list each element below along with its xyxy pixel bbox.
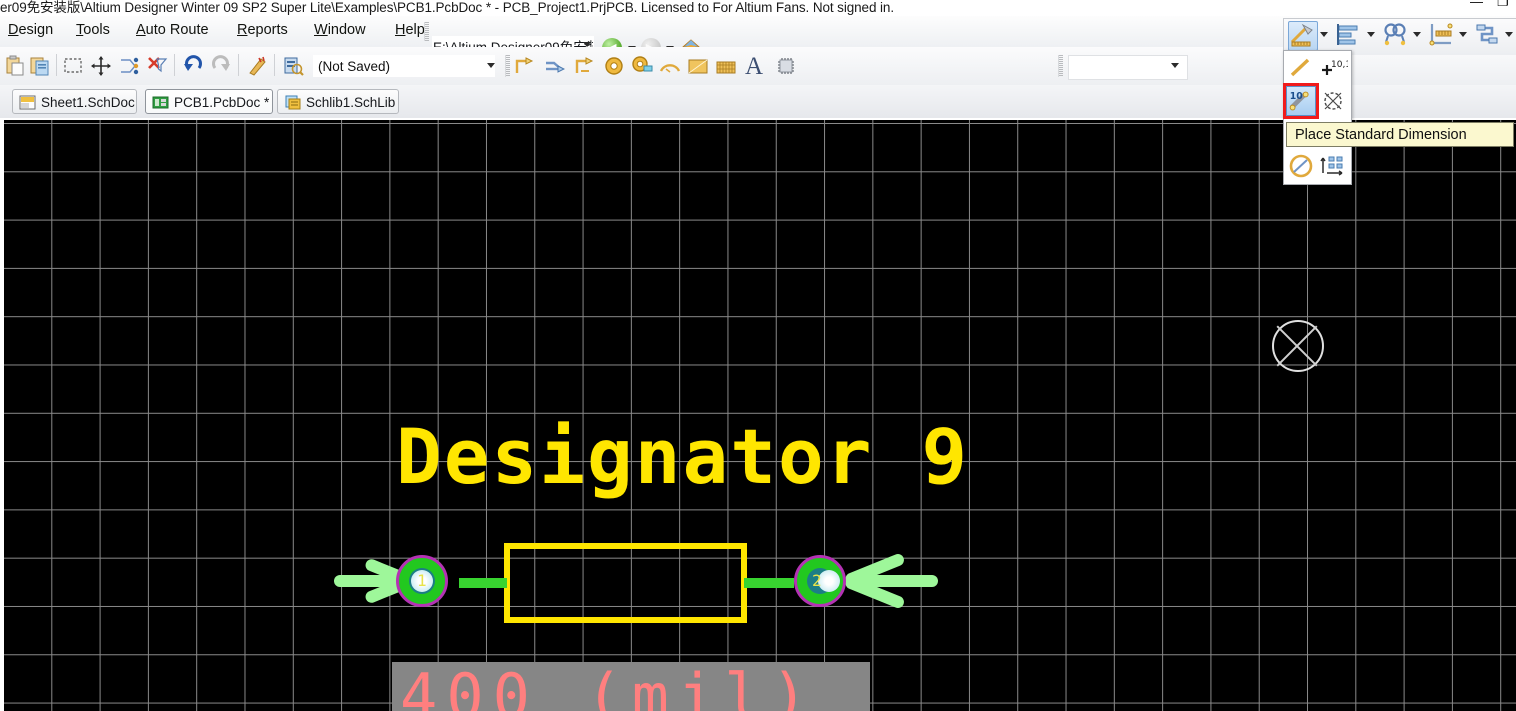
redo-icon[interactable] [210,55,232,77]
tab-schlib1-schlib[interactable]: Schlib1.SchLib [277,89,399,114]
toolbar-separator [174,54,175,76]
menu-item-auto-route[interactable]: Auto Route [134,22,211,42]
paste-icon[interactable] [4,55,26,77]
component-outline[interactable] [504,543,747,623]
place-polygon-icon[interactable] [715,55,737,77]
baseline-dimension-icon[interactable] [1318,151,1348,181]
align-objects-icon[interactable] [1336,21,1364,49]
layer-combo[interactable] [1068,55,1188,80]
saved-state-combo[interactable]: (Not Saved) [313,55,495,77]
saved-state-chevron-down-icon[interactable] [487,63,495,68]
pad-2-group[interactable]: 2 [794,552,939,610]
select-net-icon[interactable] [118,55,140,77]
place-interactive-route-icon[interactable] [573,55,595,77]
layerstack-chevron-down-icon[interactable] [1505,32,1513,37]
status-toolbar-gripper[interactable] [1058,55,1063,77]
pcb-canvas[interactable]: Designator 9 1 2 400 (mil) [4,120,1516,711]
svg-text:10: 10 [1290,91,1303,102]
tab-sheet1-schdoc[interactable]: Sheet1.SchDoc [12,89,137,114]
layer-chevron-down-icon[interactable] [1171,63,1179,68]
align-chevron-down-icon[interactable] [1367,32,1375,37]
track-segment[interactable] [744,578,794,588]
pcb-doc-icon [152,96,169,109]
copy-icon[interactable] [29,55,51,77]
clear-filter-icon[interactable] [146,55,168,77]
place-toolbar-gripper[interactable] [505,55,510,77]
minimize-button[interactable]: — [1470,0,1483,9]
menu-item-help[interactable]: Help [393,22,427,42]
datum-dimension-icon[interactable]: 10,10 [1318,53,1357,83]
window-title: er09免安装版\Altium Designer Winter 09 SP2 S… [0,0,894,15]
menu-item-reports[interactable]: Reports [235,22,290,42]
restore-button[interactable]: ❐ [1497,0,1509,10]
place-fill-icon[interactable] [687,55,709,77]
pad-number: 1 [417,571,427,590]
tab-label: PCB1.PcbDoc * [174,95,270,110]
menu-item-tools[interactable]: Tools [74,22,112,42]
place-via-icon[interactable] [603,55,625,77]
silkscreen-text[interactable]: Designator 9 [396,412,969,501]
place-line-icon[interactable] [513,55,535,77]
altium-designer-window: er09免安装版\Altium Designer Winter 09 SP2 S… [0,0,1516,711]
tab-label: Schlib1.SchLib [306,95,396,110]
find-similar-chevron-down-icon[interactable] [1413,32,1421,37]
place-string-icon[interactable]: A [745,53,763,81]
select-area-icon[interactable] [62,55,84,77]
place-arc-icon[interactable] [659,55,681,77]
toolbar-separator [238,54,239,76]
browse-components-icon[interactable] [282,55,304,77]
toolbar-gripper[interactable] [424,22,429,41]
dimension-chevron-down-icon[interactable] [1320,32,1328,37]
schematic-doc-icon [19,95,36,110]
radial-dimension-icon[interactable] [1286,151,1316,181]
center-dimension-icon[interactable] [1318,86,1348,116]
place-dimension-icon[interactable] [1288,21,1318,51]
tooltip: Place Standard Dimension [1286,122,1514,147]
place-pad-icon[interactable] [631,55,653,77]
board-dimensions-icon[interactable] [1428,21,1456,49]
place-track-icon[interactable] [543,55,565,77]
layer-stack-icon[interactable] [1474,21,1502,49]
toolbar-separator [274,54,275,76]
crosshair-circle-cursor [1272,320,1324,372]
title-bar: er09免安装版\Altium Designer Winter 09 SP2 S… [0,0,1516,16]
track-segment[interactable] [459,578,507,588]
toolbar-separator [56,54,57,76]
schlib-doc-icon [285,95,301,110]
menu-item-window[interactable]: Window [312,22,368,42]
undo-icon[interactable] [182,55,204,77]
pad-number: 2 [812,571,822,590]
standard-dimension-icon[interactable]: 10 [1283,83,1319,119]
cross-probe-icon[interactable] [246,55,268,77]
menu-item-design[interactable]: Design [6,22,55,42]
place-component-icon[interactable] [775,55,797,77]
find-similar-icon[interactable] [1382,21,1410,49]
move-icon[interactable] [90,55,112,77]
dimension-palette: 10,10 10 [1283,50,1357,185]
board-chevron-down-icon[interactable] [1459,32,1467,37]
pad-1-group[interactable]: 1 [334,555,460,607]
pcb-editor-frame: Designator 9 1 2 400 (mil) [0,118,1516,711]
svg-text:10,10: 10,10 [1331,60,1348,70]
dimension-text[interactable]: 400 (mil) [400,660,817,711]
tab-pcb1-pcbdoc[interactable]: PCB1.PcbDoc * [145,89,273,114]
tab-label: Sheet1.SchDoc [41,95,135,110]
linear-dimension-icon[interactable] [1286,53,1316,83]
